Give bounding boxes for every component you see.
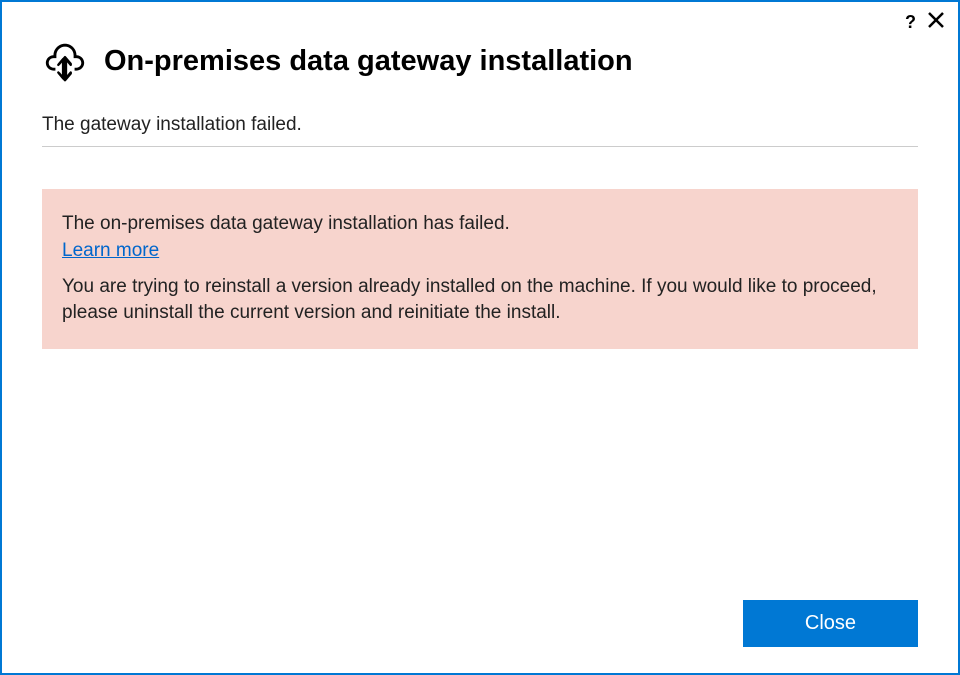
help-icon[interactable]: ? [905,13,916,31]
content-area: The gateway installation failed. The on-… [2,104,958,600]
error-panel: The on-premises data gateway installatio… [42,189,918,349]
status-message: The gateway installation failed. [42,114,918,147]
footer: Close [2,600,958,673]
close-button[interactable]: Close [743,600,918,647]
header: On-premises data gateway installation [2,2,958,104]
titlebar-controls: ? [905,12,944,32]
error-headline: The on-premises data gateway installatio… [62,211,898,238]
learn-more-link[interactable]: Learn more [62,240,159,262]
error-detail: You are trying to reinstall a version al… [62,274,898,327]
close-icon[interactable] [928,12,944,32]
page-title: On-premises data gateway installation [104,45,633,78]
installer-window: ? On-premises data gateway installation … [0,0,960,675]
cloud-install-icon [42,38,88,84]
